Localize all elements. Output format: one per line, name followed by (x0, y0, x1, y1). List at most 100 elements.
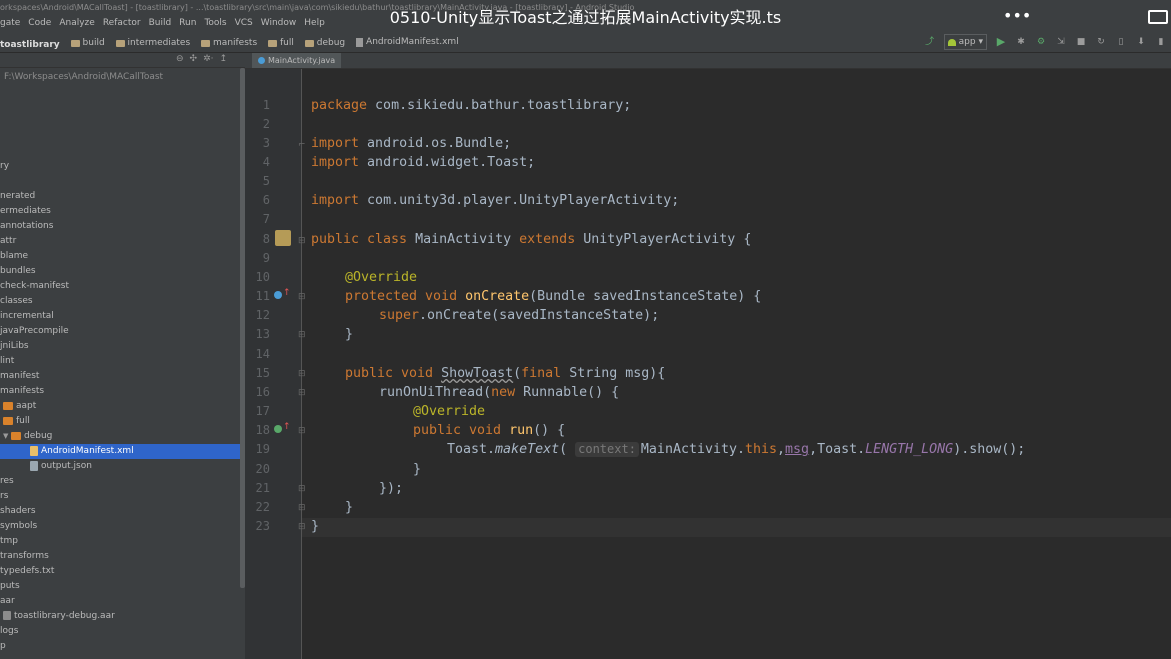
fold-icon[interactable]: ⊟ (298, 426, 306, 436)
code-line-13[interactable]: } (345, 325, 353, 344)
tree-row-debug[interactable]: ▼ debug (0, 429, 245, 444)
stop-icon[interactable]: ■ (1075, 36, 1087, 48)
tree-row-check-manifest[interactable]: check-manifest (0, 279, 245, 294)
tree-row-typedefs[interactable]: typedefs.txt (0, 564, 245, 579)
collapse-all-icon[interactable]: ⊖ (176, 54, 184, 64)
make-project-icon[interactable]: ⤴ (924, 36, 936, 48)
implemented-class-icon[interactable] (275, 230, 291, 246)
settings-icon[interactable]: ✲· (203, 54, 213, 64)
code-line-17[interactable]: @Override (413, 402, 485, 421)
tree-row-incremental[interactable]: incremental (0, 309, 245, 324)
code-line-23[interactable]: } (311, 517, 319, 536)
tree-row-root-path[interactable]: F:\Workspaces\Android\MACallToast (0, 70, 245, 85)
fold-icon[interactable]: ⌐ (298, 140, 306, 150)
breadcrumb-androidmanifest[interactable]: AndroidManifest.xml (356, 32, 459, 52)
fold-icon[interactable]: ⊟ (298, 503, 306, 513)
tree-row-aapt[interactable]: aapt (0, 399, 245, 414)
fold-icon[interactable]: ⊟ (298, 484, 306, 494)
breadcrumb-debug[interactable]: debug (304, 33, 345, 53)
code-line-16[interactable]: runOnUiThread(new Runnable() { (379, 383, 619, 402)
menu-refactor[interactable]: Refactor (103, 15, 141, 32)
run-icon[interactable]: ▶ (995, 36, 1007, 48)
debug-icon[interactable]: ✱ (1015, 36, 1027, 48)
profiler-icon[interactable]: ▮ (1155, 36, 1167, 48)
tree-row-lint[interactable]: lint (0, 354, 245, 369)
fold-icon[interactable]: ⊟ (298, 388, 306, 398)
tree-row-annotations[interactable]: annotations (0, 219, 245, 234)
tree-row-manifest[interactable]: manifest (0, 369, 245, 384)
tree-row-rs[interactable]: rs (0, 489, 245, 504)
tree-row-output-json[interactable]: output.json (0, 459, 245, 474)
code-line-1[interactable]: package com.sikiedu.bathur.toastlibrary; (311, 96, 631, 115)
breadcrumb-full[interactable]: full (268, 33, 294, 53)
code-line-6[interactable]: import com.unity3d.player.UnityPlayerAct… (311, 191, 679, 210)
code-line-22[interactable]: } (345, 498, 353, 517)
tab-mainactivity-java[interactable]: MainActivity.java (252, 53, 342, 68)
breadcrumb-manifests[interactable]: manifests (201, 33, 257, 53)
fold-icon[interactable]: ⊟ (298, 369, 306, 379)
implements-arrow-icon[interactable]: ↑ (283, 422, 291, 432)
fold-icon[interactable]: ⊟ (298, 292, 306, 302)
override-arrow-icon[interactable]: ↑ (283, 288, 291, 298)
tree-row-full[interactable]: full (0, 414, 245, 429)
tree-row-transforms[interactable]: transforms (0, 549, 245, 564)
code-line-10[interactable]: @Override (345, 268, 417, 287)
tree-row-intermediates[interactable]: ermediates (0, 204, 245, 219)
code-line-8[interactable]: public class MainActivity extends UnityP… (311, 230, 751, 249)
tree-row-blame[interactable]: blame (0, 249, 245, 264)
fold-icon[interactable]: ⊟ (298, 236, 306, 246)
sdk-manager-icon[interactable]: ⬇ (1135, 36, 1147, 48)
menu-navigate[interactable]: gate (0, 15, 20, 32)
code-line-3[interactable]: import android.os.Bundle; (311, 134, 511, 153)
menu-build[interactable]: Build (149, 15, 172, 32)
sync-gradle-icon[interactable]: ↻ (1095, 36, 1107, 48)
tree-row-symbols[interactable]: symbols (0, 519, 245, 534)
tree-row-logs[interactable]: logs (0, 624, 245, 639)
menu-run[interactable]: Run (179, 15, 196, 32)
code-line-12[interactable]: super.onCreate(savedInstanceState); (379, 306, 659, 325)
tree-row-manifests[interactable]: manifests (0, 384, 245, 399)
apply-changes-icon[interactable]: ⚙ (1035, 36, 1047, 48)
avd-manager-icon[interactable]: ▯ (1115, 36, 1127, 48)
tree-row-outputs[interactable]: puts (0, 579, 245, 594)
tree-row-generated[interactable]: nerated (0, 189, 245, 204)
expand-arrow-icon[interactable]: ▼ (3, 429, 11, 444)
tree-row-shaders[interactable]: shaders (0, 504, 245, 519)
override-method-icon[interactable] (274, 291, 282, 299)
code-line-20[interactable]: } (413, 460, 421, 479)
menu-vcs[interactable]: VCS (235, 15, 253, 32)
breadcrumb-intermediates[interactable]: intermediates (115, 33, 190, 53)
menu-code[interactable]: Code (28, 15, 51, 32)
menu-window[interactable]: Window (261, 15, 297, 32)
code-line-21[interactable]: }); (379, 479, 403, 498)
tree-row-library[interactable]: ry (0, 159, 245, 174)
attach-debugger-icon[interactable]: ⇲ (1055, 36, 1067, 48)
scroll-from-source-icon[interactable]: ✣ (190, 54, 198, 64)
tree-row-tmp[interactable]: tmp (0, 534, 245, 549)
tree-row-aar[interactable]: aar (0, 594, 245, 609)
menu-tools[interactable]: Tools (204, 15, 226, 32)
code-line-15[interactable]: public void ShowToast(final String msg){ (345, 364, 665, 383)
breadcrumb-toastlibrary[interactable]: toastlibrary (0, 35, 60, 55)
video-window-icon[interactable] (1148, 10, 1168, 24)
tree-row-bundles[interactable]: bundles (0, 264, 245, 279)
menu-analyze[interactable]: Analyze (59, 15, 94, 32)
menu-help[interactable]: Help (304, 15, 325, 32)
tree-row-javaprecompile[interactable]: javaPrecompile (0, 324, 245, 339)
hide-icon[interactable]: ↥ (220, 54, 228, 64)
code-line-11[interactable]: protected void onCreate(Bundle savedInst… (345, 287, 761, 306)
code-line-19[interactable]: Toast.makeText( context: MainActivity.thi… (447, 440, 1025, 459)
tree-row-classes[interactable]: classes (0, 294, 245, 309)
implements-method-icon[interactable] (274, 425, 282, 433)
fold-icon[interactable]: ⊟ (298, 522, 306, 532)
code-line-4[interactable]: import android.widget.Toast; (311, 153, 535, 172)
more-horizontal-icon[interactable]: ••• (1003, 6, 1031, 26)
tree-row-toastlibrary-debug-aar[interactable]: toastlibrary-debug.aar (0, 609, 245, 624)
tree-row-attr[interactable]: attr (0, 234, 245, 249)
run-config-select[interactable]: app ▾ (943, 34, 987, 50)
fold-icon[interactable]: ⊟ (298, 330, 306, 340)
tree-row-res[interactable]: res (0, 474, 245, 489)
tree-row-androidmanifest-xml[interactable]: AndroidManifest.xml (0, 444, 245, 459)
tree-row-p[interactable]: p (0, 639, 245, 654)
breadcrumb-build[interactable]: build (70, 33, 105, 53)
